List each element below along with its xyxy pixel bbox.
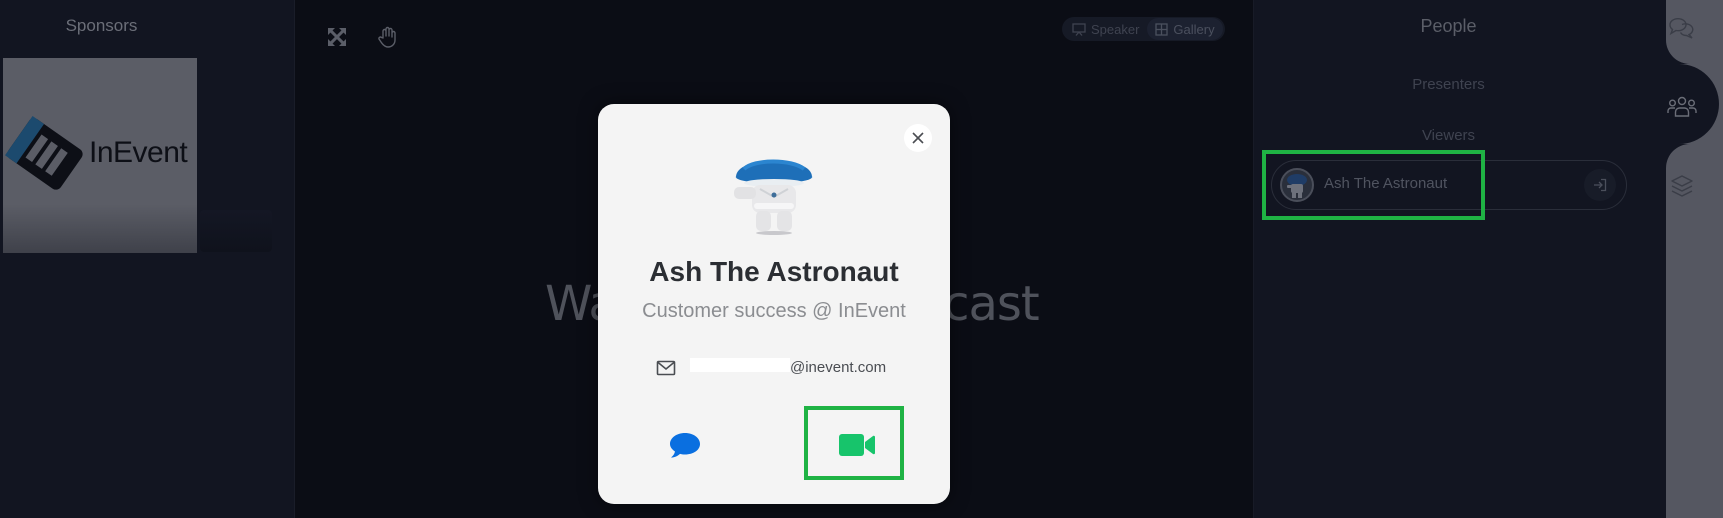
rail-curve-top [1642,40,1690,64]
expand-arrows-icon [328,28,346,46]
sponsor-logo-text: InEvent [89,136,188,169]
viewers-section-label: Viewers [1421,127,1476,144]
close-icon [912,132,924,144]
chat-bubbles-icon [1669,17,1694,39]
highlight-box-viewer [1262,150,1485,220]
close-button[interactable] [904,124,932,152]
people-panel: People Presenters Viewers Ash The Astron… [1253,0,1643,518]
sponsors-title: Sponsors [65,16,138,35]
rail-tab-layers[interactable] [1667,171,1697,201]
grid-icon [1155,22,1169,36]
raise-hand-button[interactable] [375,24,401,50]
layout-switch: Speaker Gallery [1062,17,1225,41]
viewer-action-button[interactable] [1584,169,1616,201]
sponsors-panel: Sponsors InEvent [0,0,295,518]
email-redaction [690,358,790,372]
hand-icon [378,26,396,48]
presentation-screen-icon [1072,22,1086,36]
layout-speaker-label: Speaker [1091,21,1140,37]
profile-name: Ash The Astronaut [649,256,899,287]
start-chat-button[interactable] [636,410,734,480]
chat-bubble-icon [670,433,700,458]
presenters-section-label: Presenters [1412,76,1485,93]
profile-email[interactable]: @inevent.com [790,359,886,376]
envelope-icon [656,360,676,375]
sponsor-card-placeholder [200,210,272,252]
rail-curve-bottom [1642,144,1690,168]
rail-tab-people[interactable] [1667,92,1697,122]
layers-icon [1671,175,1693,197]
layout-gallery-button[interactable]: Gallery [1147,18,1223,40]
layout-speaker-button[interactable]: Speaker [1064,18,1147,40]
people-title: People [1420,16,1477,36]
layout-gallery-label: Gallery [1173,21,1215,37]
rail-tab-chat[interactable] [1666,13,1696,43]
sign-in-icon [1594,178,1607,192]
highlight-box-video-call [804,406,904,480]
fullscreen-button[interactable] [324,24,350,50]
sponsor-card-inevent[interactable]: InEvent [3,58,197,253]
people-group-icon [1667,96,1697,117]
profile-role: Customer success @ InEvent [642,300,906,322]
profile-email-row: @inevent.com [656,358,886,377]
astronaut-avatar-icon [734,159,813,235]
